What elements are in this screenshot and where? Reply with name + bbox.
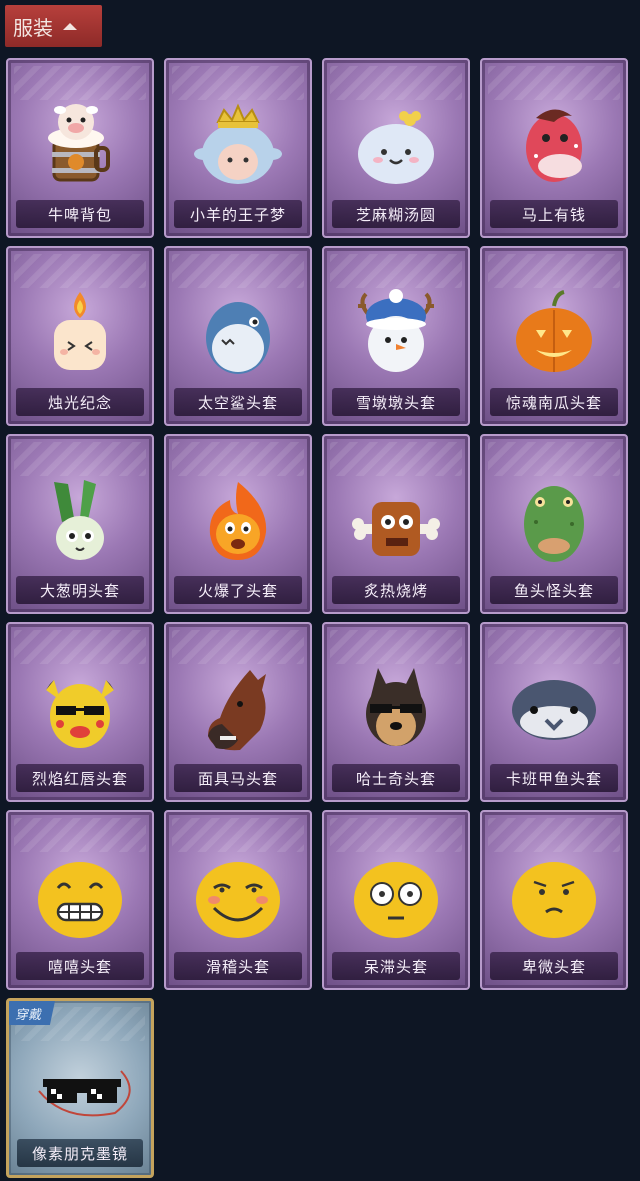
outfit-label: 大葱明头套 <box>16 576 144 604</box>
outfit-label: 嘻嘻头套 <box>16 952 144 980</box>
outfit-card[interactable]: 鱼头怪头套 <box>480 434 628 614</box>
outfit-card[interactable]: 嘻嘻头套 <box>6 810 154 990</box>
outfit-card[interactable]: 火爆了头套 <box>164 434 312 614</box>
outfit-label: 炙热烧烤 <box>332 576 460 604</box>
funny-emoji-icon <box>183 846 293 946</box>
outfit-label: 鱼头怪头套 <box>490 576 618 604</box>
outfit-label: 卑微头套 <box>490 952 618 980</box>
shark-hood-icon <box>183 282 293 382</box>
outfit-card[interactable]: 太空鲨头套 <box>164 246 312 426</box>
outfit-label: 哈士奇头套 <box>332 764 460 792</box>
outfit-card[interactable]: 呆滞头套 <box>322 810 470 990</box>
outfit-card[interactable]: 烛光纪念 <box>6 246 154 426</box>
snowman-hood-icon <box>341 282 451 382</box>
candle-icon <box>25 282 135 382</box>
yellow-lips-hood-icon <box>25 658 135 758</box>
stare-emoji-icon <box>341 846 451 946</box>
grin-emoji-icon <box>25 846 135 946</box>
category-title: 服装 <box>13 15 53 40</box>
outfit-label: 烈焰红唇头套 <box>16 764 144 792</box>
puffer-fish-hood-icon <box>499 658 609 758</box>
fireball-hood-icon <box>183 470 293 570</box>
equipped-outfit-card[interactable]: 穿戴 像素朋克墨镜 <box>6 998 154 1178</box>
husky-mask-icon <box>341 658 451 758</box>
outfit-card[interactable]: 哈士奇头套 <box>322 622 470 802</box>
outfit-card[interactable]: 炙热烧烤 <box>322 434 470 614</box>
horse-mask-icon <box>183 658 293 758</box>
outfit-label: 像素朋克墨镜 <box>17 1139 143 1167</box>
outfit-label: 惊魂南瓜头套 <box>490 388 618 416</box>
outfit-label: 太空鲨头套 <box>174 388 302 416</box>
outfit-label: 呆滞头套 <box>332 952 460 980</box>
humble-emoji-icon <box>499 846 609 946</box>
pumpkin-hood-icon <box>499 282 609 382</box>
dumpling-icon <box>341 94 451 194</box>
pixel-sunglasses-icon <box>25 1035 135 1135</box>
outfit-label: 烛光纪念 <box>16 388 144 416</box>
outfit-card[interactable]: 惊魂南瓜头套 <box>480 246 628 426</box>
outfit-label: 小羊的王子梦 <box>174 200 302 228</box>
outfit-card[interactable]: 牛啤背包 <box>6 58 154 238</box>
outfit-label: 马上有钱 <box>490 200 618 228</box>
sheep-prince-icon <box>183 94 293 194</box>
outfit-label: 面具马头套 <box>174 764 302 792</box>
beer-backpack-icon <box>25 94 135 194</box>
scallion-hood-icon <box>25 470 135 570</box>
red-horse-icon <box>499 94 609 194</box>
outfit-card[interactable]: 马上有钱 <box>480 58 628 238</box>
fish-mask-icon <box>499 470 609 570</box>
outfit-card[interactable]: 面具马头套 <box>164 622 312 802</box>
equipped-badge: 穿戴 <box>9 1001 55 1025</box>
outfit-label: 滑稽头套 <box>174 952 302 980</box>
outfit-label: 卡班甲鱼头套 <box>490 764 618 792</box>
outfit-card[interactable]: 小羊的王子梦 <box>164 58 312 238</box>
outfit-card[interactable]: 雪墩墩头套 <box>322 246 470 426</box>
chevron-up-icon <box>63 22 77 30</box>
outfit-category-tab[interactable]: 服装 <box>5 5 102 47</box>
outfit-card[interactable]: 卡班甲鱼头套 <box>480 622 628 802</box>
outfit-label: 牛啤背包 <box>16 200 144 228</box>
grilled-meat-icon <box>341 470 451 570</box>
outfit-card[interactable]: 滑稽头套 <box>164 810 312 990</box>
outfit-card[interactable]: 卑微头套 <box>480 810 628 990</box>
outfit-card[interactable]: 大葱明头套 <box>6 434 154 614</box>
outfit-card[interactable]: 烈焰红唇头套 <box>6 622 154 802</box>
outfit-label: 芝麻糊汤圆 <box>332 200 460 228</box>
outfit-label: 雪墩墩头套 <box>332 388 460 416</box>
outfit-card[interactable]: 芝麻糊汤圆 <box>322 58 470 238</box>
outfit-label: 火爆了头套 <box>174 576 302 604</box>
